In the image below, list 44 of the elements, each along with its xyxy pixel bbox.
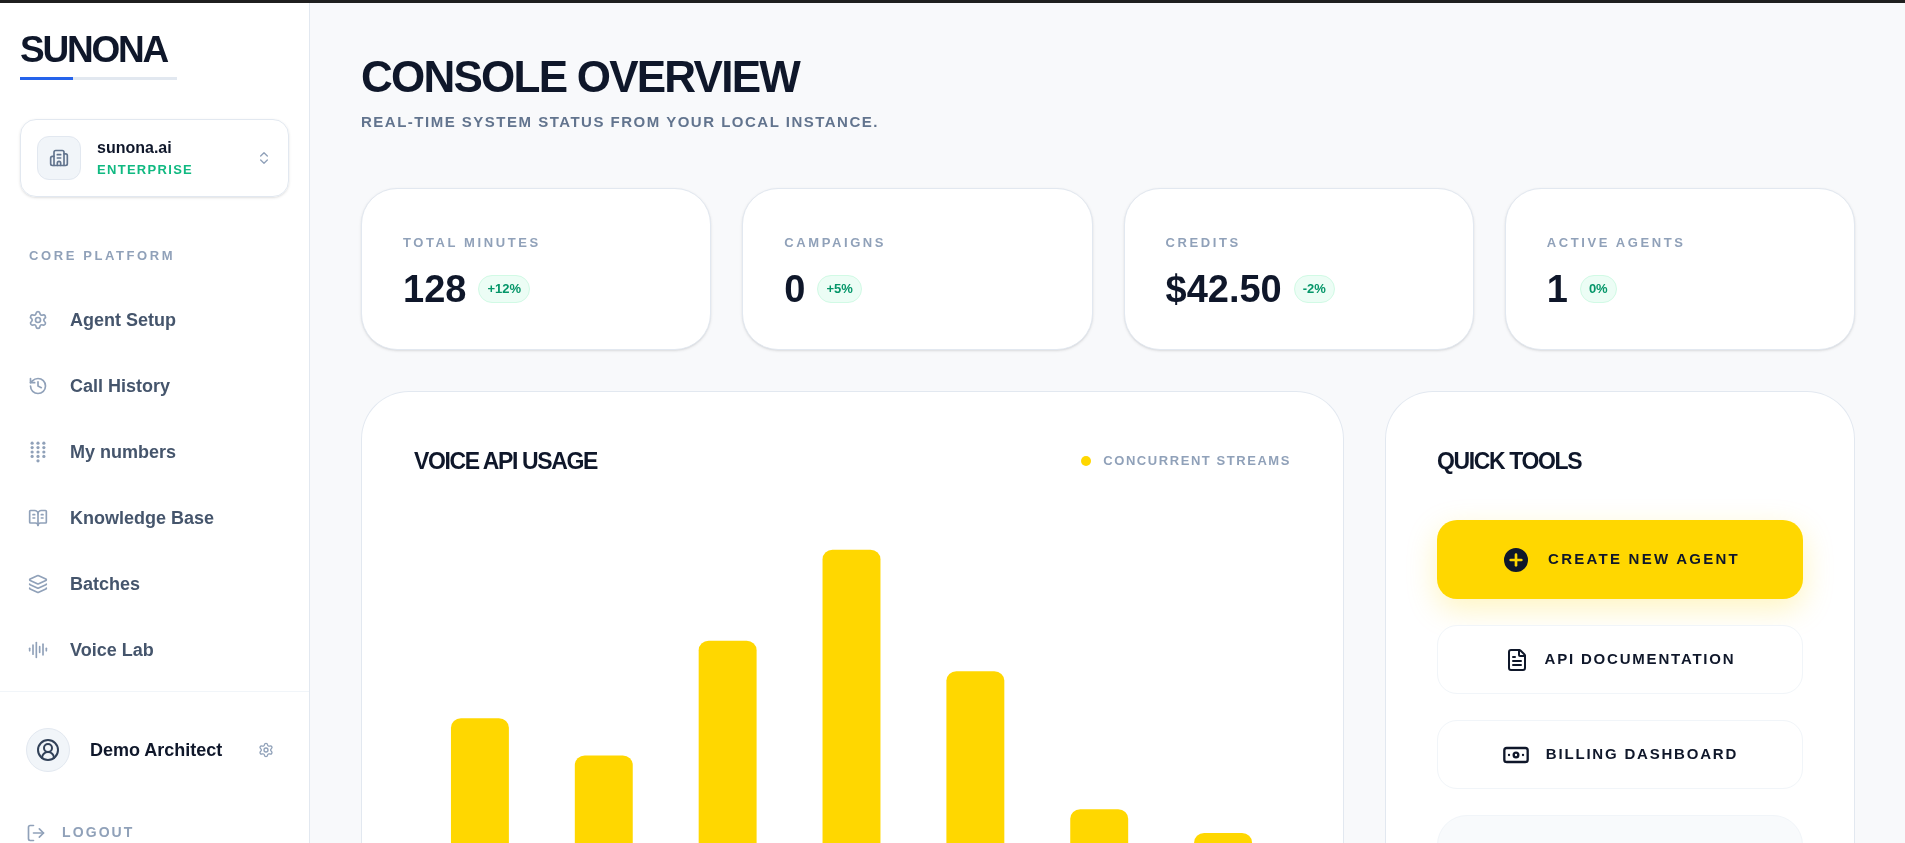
page-subtitle: REAL-TIME SYSTEM STATUS FROM YOUR LOCAL INSTANCE. bbox=[361, 112, 880, 132]
change-badge: +12% bbox=[478, 275, 531, 303]
building-icon bbox=[49, 148, 69, 168]
stat-value: 128 bbox=[403, 270, 467, 308]
stat-value: 1 bbox=[1546, 270, 1568, 308]
waveform-icon bbox=[28, 640, 48, 660]
nav-item[interactable]: My numbers bbox=[28, 419, 281, 485]
card-title: QUICK TOOLS bbox=[1437, 446, 1583, 476]
settings-icon[interactable] bbox=[258, 742, 275, 758]
documentation-button[interactable]: API DOCUMENTATION bbox=[1437, 625, 1803, 694]
billing-button[interactable]: BILLING DASHBOARD bbox=[1437, 720, 1803, 789]
stat-value: 0 bbox=[784, 270, 806, 308]
nav-item[interactable]: Call History bbox=[28, 353, 281, 419]
create-agent-button[interactable]: CREATE NEW AGENT bbox=[1437, 520, 1803, 599]
user-icon bbox=[36, 738, 60, 762]
nav-item[interactable]: Batches bbox=[28, 551, 281, 617]
book-icon bbox=[28, 508, 48, 528]
organization-switcher[interactable]: sunona.ai ENTERPRISE bbox=[20, 119, 289, 197]
change-badge: +5% bbox=[817, 275, 862, 303]
chart-bar bbox=[1070, 809, 1129, 843]
stat-label: CREDITS bbox=[1165, 233, 1242, 252]
user-name: Demo Architect bbox=[90, 738, 223, 762]
logo: SUNONA bbox=[20, 31, 168, 68]
change-badge: 0% bbox=[1579, 275, 1617, 303]
chart-bar bbox=[1194, 832, 1253, 843]
section-label: CORE PLATFORM bbox=[29, 248, 176, 263]
dialpad-icon bbox=[28, 441, 48, 463]
stat-label: TOTAL MINUTES bbox=[403, 233, 542, 252]
stat-value: $42.50 bbox=[1165, 270, 1282, 308]
plan-label: ENTERPRISE bbox=[97, 161, 195, 180]
history-icon bbox=[28, 376, 48, 396]
page-title: CONSOLE OVERVIEW bbox=[361, 55, 801, 99]
legend-label: CONCURRENT STREAMS bbox=[1103, 452, 1291, 470]
card-title: VOICE API USAGE bbox=[414, 446, 597, 476]
organization-name: sunona.ai bbox=[97, 138, 173, 159]
logout-icon bbox=[26, 822, 46, 843]
stat-label: CAMPAIGNS bbox=[784, 233, 888, 252]
stat-label: ACTIVE AGENTS bbox=[1546, 233, 1687, 252]
change-badge: -2% bbox=[1293, 275, 1335, 303]
nav-item[interactable]: Knowledge Base bbox=[28, 485, 281, 551]
nav-item[interactable]: Voice Lab bbox=[28, 617, 281, 683]
gear-icon bbox=[28, 310, 48, 330]
nav-item[interactable]: Agent Setup bbox=[28, 287, 281, 353]
layers-icon bbox=[28, 574, 48, 594]
